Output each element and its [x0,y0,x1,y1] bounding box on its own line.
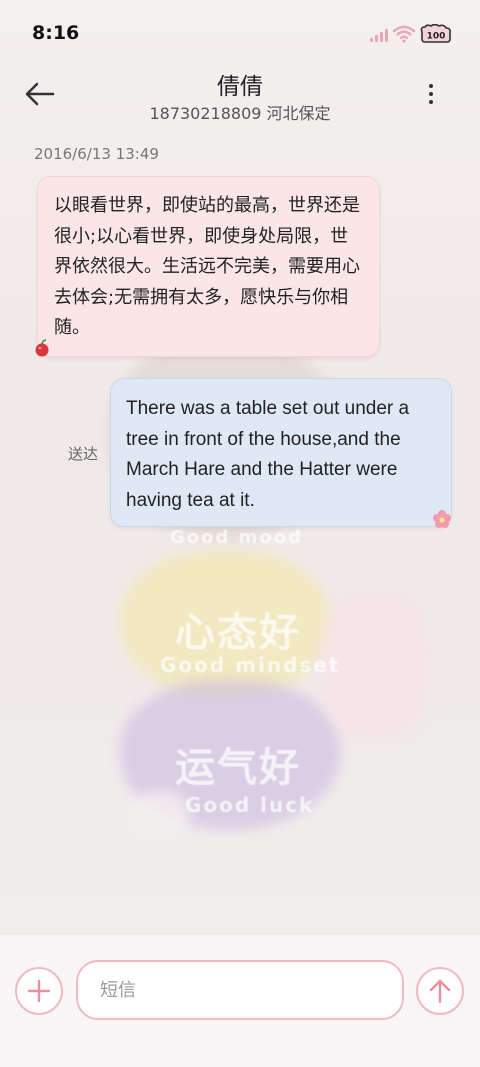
wallpaper-text: Good luck [185,793,315,817]
flower-icon [433,510,451,528]
wallpaper-flower [130,790,190,840]
wifi-icon [393,25,415,43]
battery-icon: 100 [420,24,451,43]
conversation-header: 倩倩 18730218809 河北保定 [0,64,480,134]
incoming-message-bubble[interactable]: 以眼看世界，即使站的最高，世界还是很小;以心看世界，即使身处局限，世界依然很大。… [37,176,380,357]
message-input[interactable] [76,960,404,1020]
composer-bar [0,935,480,1067]
signal-icon [370,28,388,42]
delivery-status: 送达 [68,445,99,463]
wallpaper-text: Good mood [170,527,304,548]
cherry-icon [35,339,49,357]
wallpaper-text: Good mindset [160,653,341,677]
battery-label: 100 [427,32,446,42]
wallpaper-text: 运气好 [175,745,301,791]
message-timestamp: 2016/6/13 13:49 [34,145,159,163]
plus-icon [27,979,51,1003]
send-button[interactable] [416,967,464,1015]
wallpaper-text: 心态好 [175,610,301,656]
add-attachment-button[interactable] [15,967,63,1015]
outgoing-message-bubble[interactable]: There was a table set out under a tree i… [110,378,452,527]
status-bar: 8:16 100 [0,0,480,64]
contact-detail: 18730218809 河北保定 [149,104,331,123]
send-arrow-icon [429,979,451,1004]
more-options-icon[interactable] [420,78,442,110]
status-time: 8:16 [32,22,80,44]
contact-name: 倩倩 [217,74,263,100]
